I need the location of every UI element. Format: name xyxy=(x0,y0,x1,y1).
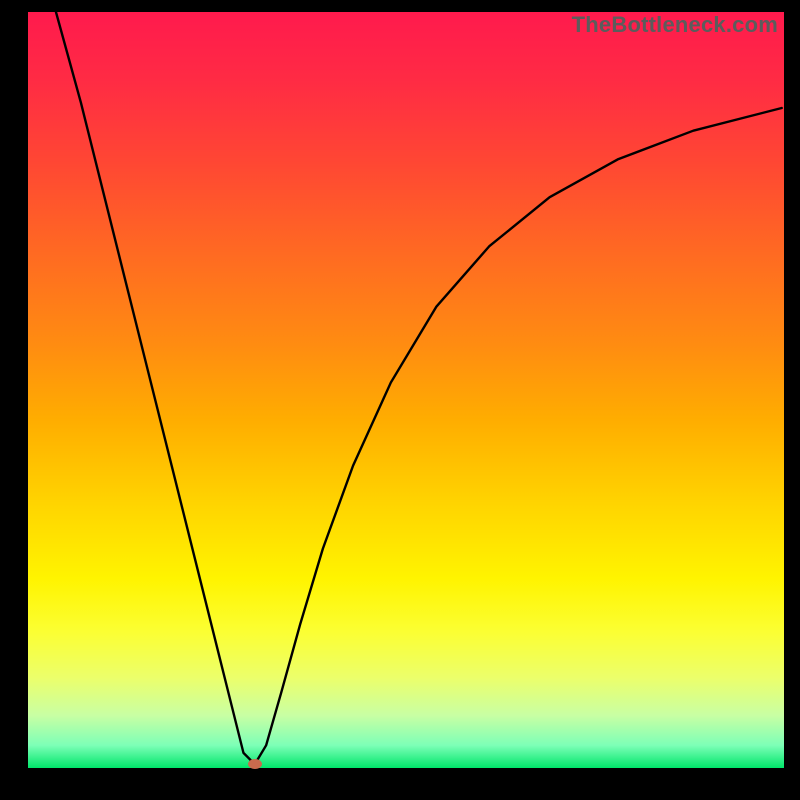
curve-svg xyxy=(28,12,784,768)
chart-frame: TheBottleneck.com xyxy=(0,0,800,800)
plot-area: TheBottleneck.com xyxy=(28,12,784,768)
curve-right-branch xyxy=(255,108,782,764)
minimum-marker xyxy=(248,759,262,769)
curve-left-branch xyxy=(56,12,255,764)
